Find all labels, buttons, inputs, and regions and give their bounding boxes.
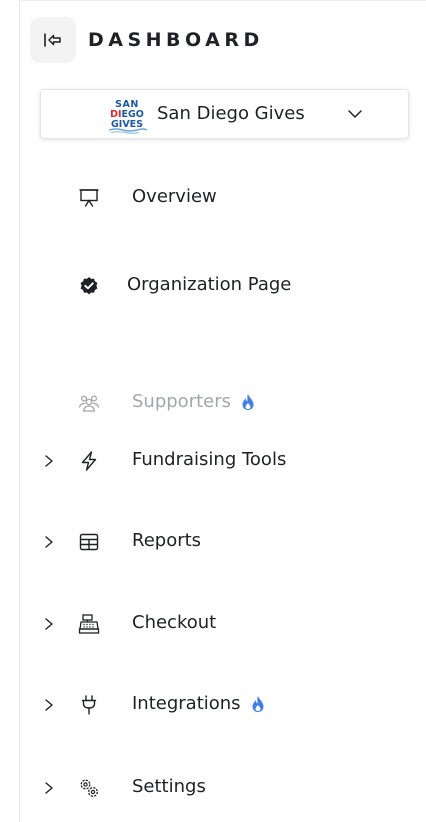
collapse-sidebar-icon: [44, 33, 61, 47]
chevron-right-icon[interactable]: [42, 781, 56, 795]
chevron-right-icon[interactable]: [42, 454, 56, 468]
sidebar: DASHBOARD SAN DIEGO GIVES San Diego Give…: [0, 0, 426, 822]
plug-icon: [81, 695, 97, 715]
org-switcher[interactable]: SAN DIEGO GIVES San Diego Gives: [40, 89, 409, 139]
dashboard-title: DASHBOARD: [88, 29, 264, 51]
nav-item-overview[interactable]: Overview: [20, 178, 426, 218]
chevron-right-icon[interactable]: [42, 535, 56, 549]
nav-item-reports[interactable]: Reports: [20, 522, 426, 562]
verified-badge-icon: [80, 277, 98, 295]
org-name: San Diego Gives: [157, 103, 305, 124]
collapse-sidebar-button[interactable]: [30, 17, 76, 63]
table-icon: [79, 533, 99, 551]
nav-label-overview: Overview: [132, 186, 217, 207]
nav-label-settings: Settings: [132, 776, 206, 797]
integrations-text: Integrations: [132, 693, 241, 714]
flame-icon: [242, 393, 254, 410]
chevron-right-icon[interactable]: [42, 617, 56, 631]
users-icon: [78, 395, 100, 412]
nav-item-integrations[interactable]: Integrations: [20, 685, 426, 725]
nav-label-reports: Reports: [132, 530, 202, 551]
chevron-down-icon: [348, 110, 362, 118]
chevron-right-icon[interactable]: [42, 698, 56, 712]
nav-label-fundraising-tools: Fundraising Tools: [132, 449, 287, 470]
gears-icon: [80, 779, 98, 797]
nav-item-supporters[interactable]: Supporters: [20, 383, 426, 423]
nav-label-integrations: Integrations: [132, 693, 265, 714]
nav-item-organization-page[interactable]: Organization Page: [20, 266, 426, 306]
nav-item-checkout[interactable]: Checkout: [20, 604, 426, 644]
flame-icon: [252, 695, 264, 712]
san-diego-gives-logo: SAN DIEGO GIVES: [108, 99, 148, 134]
nav-label-supporters: Supporters: [132, 391, 255, 412]
cash-register-icon: [78, 614, 100, 634]
sidebar-top-border: [20, 0, 426, 1]
sidebar-header: DASHBOARD: [30, 17, 264, 63]
supporters-text: Supporters: [132, 391, 232, 412]
nav-item-settings[interactable]: Settings: [20, 768, 426, 808]
presentation-icon: [79, 189, 99, 207]
nav-label-checkout: Checkout: [132, 612, 217, 633]
nav-label-organization-page: Organization Page: [127, 274, 292, 295]
lightning-icon: [81, 451, 97, 471]
nav-item-fundraising-tools[interactable]: Fundraising Tools: [20, 441, 426, 481]
